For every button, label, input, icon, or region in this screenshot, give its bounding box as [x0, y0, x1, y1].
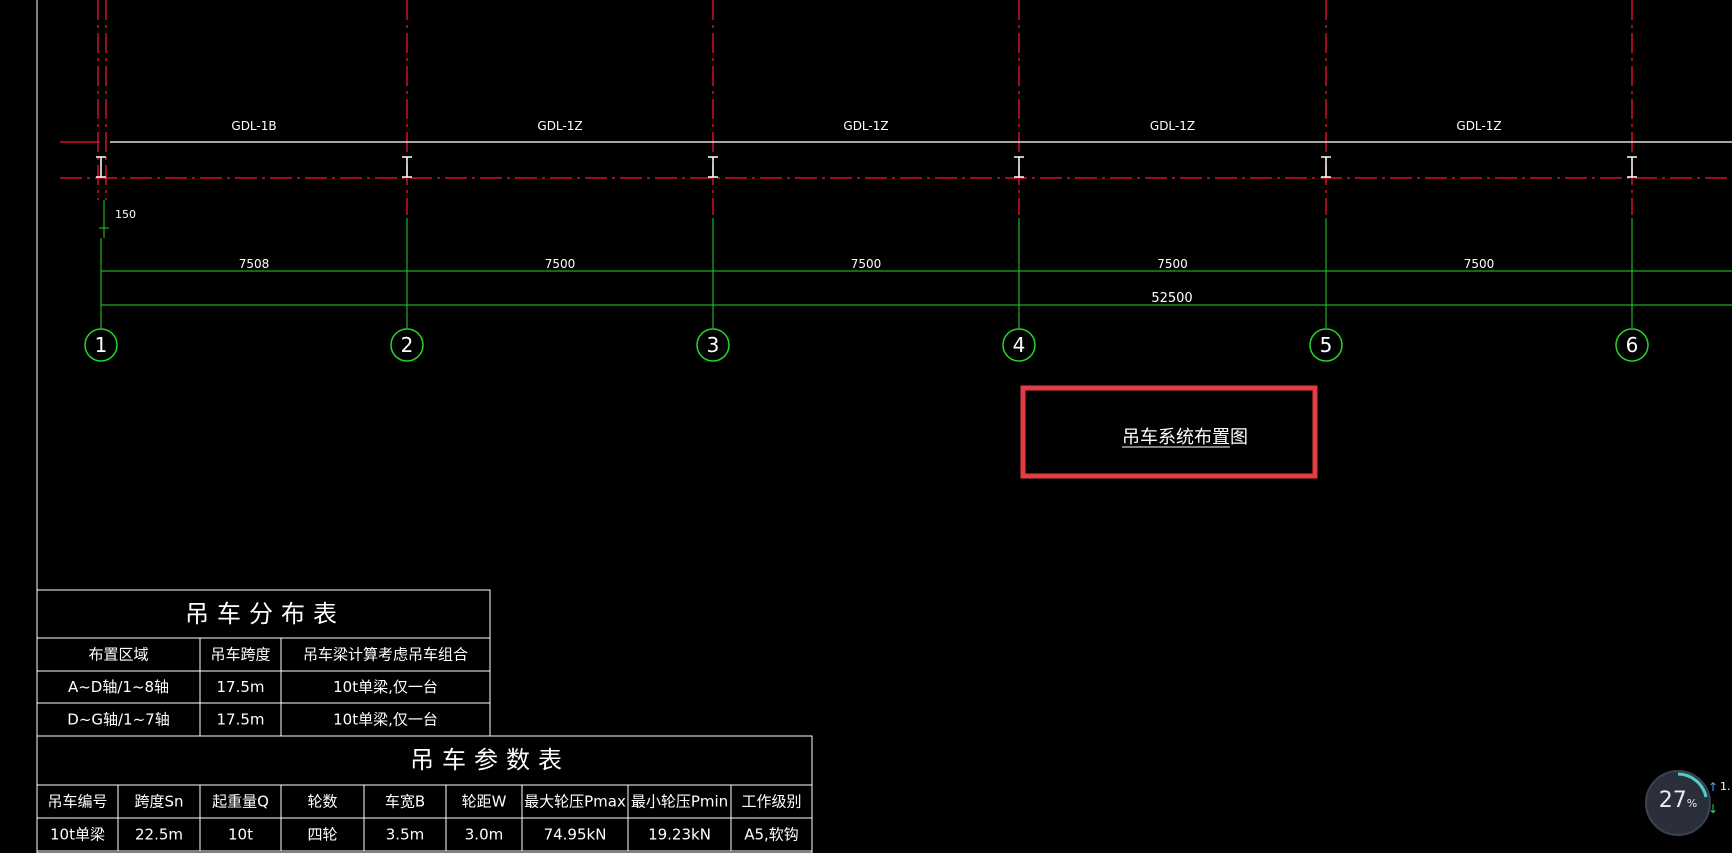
axis-number: 2 [401, 333, 414, 357]
beam-label: GDL-1Z [1150, 119, 1195, 133]
param-table-cell: 19.23kN [648, 826, 711, 844]
dist-table-header-cell: 吊车梁计算考虑吊车组合 [303, 646, 468, 664]
column-symbols [96, 156, 1637, 178]
dist-table-title: 吊车分布表 [185, 600, 345, 628]
beam-label: GDL-1Z [537, 119, 582, 133]
dimension-extension-lines [100, 218, 1633, 328]
ibeam-icon [1014, 156, 1024, 178]
axis-bubbles: 1 2 3 4 5 6 [84, 328, 1649, 362]
param-table-header-cell: 起重量Q [212, 793, 269, 811]
param-table-header-cell: 跨度Sn [134, 793, 183, 811]
span-dim-text: 7500 [545, 257, 576, 271]
param-table-cell: 3.5m [386, 826, 424, 844]
param-table-cell: 3.0m [465, 826, 503, 844]
arrow-up-icon: ↑ [1708, 780, 1719, 794]
span-dim-text: 7508 [239, 257, 270, 271]
performance-percent: 27% [1658, 788, 1698, 813]
axis-number: 6 [1626, 333, 1639, 357]
dist-table-cell: 17.5m [216, 678, 264, 696]
axis-number: 1 [95, 333, 108, 357]
dist-table-cell: 10t单梁,仅一台 [333, 711, 438, 729]
param-table-header-cell: 工作级别 [741, 793, 801, 811]
ibeam-icon [1627, 156, 1637, 178]
network-value: 1. [1720, 780, 1731, 793]
ibeam-icon [402, 156, 412, 178]
arrow-down-icon: ↓ [1708, 802, 1719, 816]
dist-table-header-cell: 吊车跨度 [210, 646, 270, 664]
axis-number: 3 [707, 333, 720, 357]
dist-table-cell: A~D轴/1~8轴 [68, 678, 169, 696]
dist-table-cell: 17.5m [216, 711, 264, 729]
axis-number: 5 [1320, 333, 1333, 357]
dist-table-cell: D~G轴/1~7轴 [67, 711, 169, 729]
axis-number: 4 [1013, 333, 1026, 357]
param-table-cell: 22.5m [135, 826, 183, 844]
span-dim-text: 7500 [1157, 257, 1188, 271]
param-table-cell: A5,软钩 [744, 826, 799, 844]
param-table-header-cell: 最小轮压Pmin [631, 793, 728, 811]
crane-parameter-table: 吊车参数表 吊车编号 跨度Sn 起重量Q 轮数 车宽B 轮距W 最大轮压Pmax 最小轮压Pm… [36, 735, 813, 853]
param-table-cell: 74.95kN [544, 826, 607, 844]
param-table-header-cell: 吊车编号 [47, 793, 107, 811]
axis-lines [97, 0, 1633, 215]
drawing-title: 吊车系统布置图 [1122, 427, 1248, 448]
param-table-header-cell: 轮距W [462, 793, 507, 811]
beam-labels: GDL-1B GDL-1Z GDL-1Z GDL-1Z GDL-1Z [231, 119, 1501, 133]
dist-table-cell: 10t单梁,仅一台 [333, 678, 438, 696]
span-dim-text: 7500 [1464, 257, 1495, 271]
beam-label: GDL-1B [231, 119, 276, 133]
param-table-header-cell: 最大轮压Pmax [524, 793, 626, 811]
param-table-cell: 10t单梁 [50, 826, 105, 844]
performance-widget[interactable]: 27% [1645, 770, 1711, 836]
small-dim-text: 150 [115, 208, 136, 221]
total-dim-text: 52500 [1151, 291, 1192, 306]
network-meter: ↑ 1. ↓ [1708, 780, 1732, 820]
param-table-cell: 10t [228, 826, 253, 844]
param-table-cell: 四轮 [307, 826, 337, 844]
ibeam-icon [708, 156, 718, 178]
beam-label: GDL-1Z [843, 119, 888, 133]
cad-drawing-canvas[interactable]: GDL-1B GDL-1Z GDL-1Z GDL-1Z GDL-1Z 150 7508 7… [0, 0, 1732, 853]
span-dim-text: 7500 [851, 257, 882, 271]
span-dimensions: 7508 7500 7500 7500 7500 [239, 257, 1495, 271]
beam-label: GDL-1Z [1456, 119, 1501, 133]
ibeam-icon [1321, 156, 1331, 178]
dist-table-header-cell: 布置区域 [88, 646, 148, 664]
crane-distribution-table: 吊车分布表 布置区域 吊车跨度 吊车梁计算考虑吊车组合 A~D轴/1~8轴 17.5m 1… [36, 589, 491, 737]
param-table-header-cell: 车宽B [385, 793, 425, 811]
param-table-title: 吊车参数表 [410, 746, 570, 774]
param-table-header-cell: 轮数 [307, 793, 337, 811]
